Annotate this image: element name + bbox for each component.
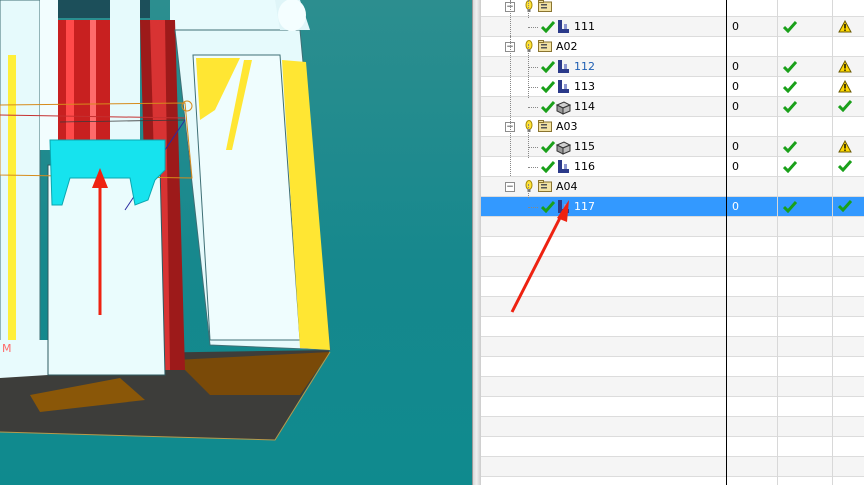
model-scene	[0, 0, 331, 441]
empty-row	[481, 357, 864, 377]
part-label: 115	[574, 140, 595, 153]
empty-row	[481, 377, 864, 397]
status1-check-icon	[783, 161, 797, 173]
assembly-icon	[538, 40, 552, 52]
status2-check-icon	[838, 200, 852, 212]
empty-row	[481, 277, 864, 297]
status2-warning-icon	[838, 60, 852, 73]
empty-row	[481, 237, 864, 257]
value-cell: 0	[732, 20, 739, 33]
empty-row	[481, 297, 864, 317]
assembly-icon	[538, 120, 552, 132]
group-label: A02	[556, 40, 578, 53]
row-check-icon	[541, 21, 555, 33]
assembly-icon	[538, 0, 552, 12]
tree-connector	[528, 44, 529, 98]
empty-row	[481, 477, 864, 485]
3d-viewport[interactable]: M	[0, 0, 472, 485]
block-icon	[555, 141, 571, 155]
fixture-icon	[558, 20, 569, 33]
block-icon	[555, 101, 571, 115]
empty-row	[481, 317, 864, 337]
part-row[interactable]: 112 0	[481, 57, 864, 77]
tree-connector	[528, 184, 529, 198]
tree-connector	[528, 0, 529, 18]
assembly-icon	[538, 180, 552, 192]
group-row[interactable]: − A03	[481, 117, 864, 137]
status2-warning-icon	[838, 80, 852, 93]
row-check-icon	[541, 61, 555, 73]
part-label: 113	[574, 80, 595, 93]
empty-row	[481, 337, 864, 357]
fixture-icon	[558, 80, 569, 93]
tree-connector	[510, 36, 511, 176]
tree-connector	[510, 0, 511, 36]
part-row[interactable]: 117 0	[481, 197, 864, 217]
bulb-icon	[525, 40, 533, 52]
group-row[interactable]: − A04	[481, 177, 864, 197]
value-cell: 0	[732, 80, 739, 93]
empty-row	[481, 457, 864, 477]
group-label: A04	[556, 180, 578, 193]
part-label: 116	[574, 160, 595, 173]
status1-check-icon	[783, 101, 797, 113]
part-row[interactable]: 111 0	[481, 17, 864, 37]
part-label: 111	[574, 20, 595, 33]
status1-check-icon	[783, 201, 797, 213]
part-row[interactable]: 116 0	[481, 157, 864, 177]
left-column	[0, 0, 41, 346]
row-check-icon	[541, 161, 555, 173]
part-label: 112	[574, 60, 595, 73]
tree-grid-panel[interactable]: − 111 0 − A02 112 0 113 0 114 0 − A03 11…	[481, 0, 864, 485]
column-divider-2[interactable]	[777, 0, 778, 485]
empty-row	[481, 417, 864, 437]
status2-check-icon	[838, 160, 852, 172]
part-label: 117	[574, 200, 595, 213]
fixture-icon	[558, 60, 569, 73]
group-label: A03	[556, 120, 578, 133]
row-check-icon	[541, 101, 555, 113]
group-row[interactable]: − A02	[481, 37, 864, 57]
part-label: 114	[574, 100, 595, 113]
group-row[interactable]: −	[481, 0, 864, 17]
part-row[interactable]: 115 0	[481, 137, 864, 157]
status1-check-icon	[783, 141, 797, 153]
empty-row	[481, 437, 864, 457]
tree-connector	[528, 124, 529, 158]
value-cell: 0	[732, 160, 739, 173]
bulb-icon	[525, 0, 533, 12]
status2-warning-icon	[838, 140, 852, 153]
value-cell: 0	[732, 140, 739, 153]
status1-check-icon	[783, 21, 797, 33]
bulb-icon	[525, 120, 533, 132]
row-check-icon	[541, 201, 555, 213]
row-check-icon	[541, 141, 555, 153]
value-cell: 0	[732, 60, 739, 73]
column-divider-3[interactable]	[832, 0, 833, 485]
row-check-icon	[541, 81, 555, 93]
collapse-toggle[interactable]: −	[505, 182, 515, 192]
status2-warning-icon	[838, 20, 852, 33]
part-row[interactable]: 113 0	[481, 77, 864, 97]
fixture-icon	[558, 200, 569, 213]
empty-row	[481, 397, 864, 417]
bulb-icon	[525, 180, 533, 192]
empty-row	[481, 217, 864, 237]
column-divider-1[interactable]	[726, 0, 727, 485]
empty-row	[481, 257, 864, 277]
part-row[interactable]: 114 0	[481, 97, 864, 117]
fixture-icon	[558, 160, 569, 173]
viewport-overlay-text: M	[2, 342, 12, 355]
status2-check-icon	[838, 100, 852, 112]
value-cell: 0	[732, 100, 739, 113]
value-cell: 0	[732, 200, 739, 213]
status1-check-icon	[783, 61, 797, 73]
status1-check-icon	[783, 81, 797, 93]
